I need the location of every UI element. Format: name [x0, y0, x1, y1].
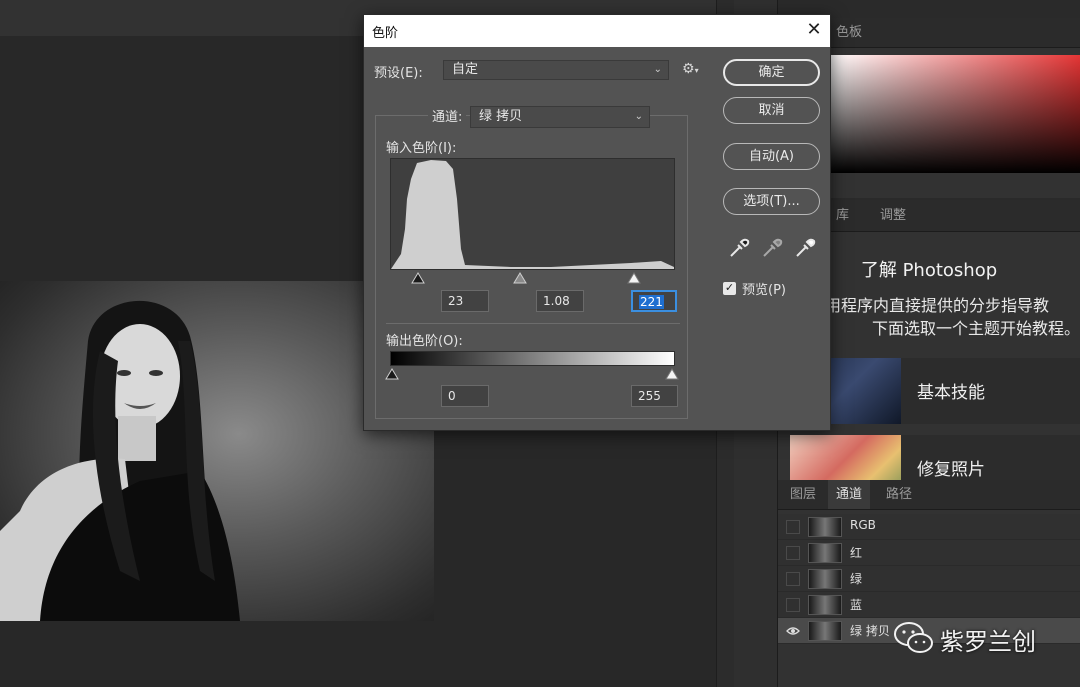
- tab-layers[interactable]: 图层: [782, 480, 824, 509]
- channel-name: 绿 拷贝: [850, 624, 890, 638]
- channels-tabbar: 图层 通道 路径: [778, 480, 1080, 510]
- channel-thumbnail: [808, 621, 842, 641]
- input-white-value: 221: [639, 295, 664, 309]
- channel-name: 红: [850, 546, 863, 560]
- output-sliders[interactable]: [384, 367, 681, 381]
- black-eyedropper-icon[interactable]: [728, 237, 750, 259]
- tab-swatches[interactable]: 色板: [828, 18, 870, 47]
- channel-name: 绿: [850, 572, 863, 586]
- divider: [386, 323, 680, 324]
- channel-label: 通道:: [428, 106, 467, 125]
- white-eyedropper-icon[interactable]: [794, 237, 816, 259]
- tab-libraries[interactable]: 库: [828, 200, 857, 231]
- preset-label: 预设(E):: [374, 66, 423, 81]
- levels-dialog: 色阶 ✕ 预设(E): 自定 ⌄ ⚙▾ 通道: 绿 拷贝 ⌄ 输入色阶(I): …: [363, 14, 831, 431]
- input-black-field[interactable]: 23: [441, 290, 489, 312]
- channel-thumbnail: [808, 595, 842, 615]
- learn-card-fix-photos[interactable]: 修复照片: [790, 435, 1080, 480]
- visibility-toggle[interactable]: [786, 598, 800, 612]
- channel-thumbnail: [808, 569, 842, 589]
- dialog-titlebar[interactable]: 色阶 ✕: [364, 15, 830, 47]
- channel-thumbnail: [808, 543, 842, 563]
- card-thumbnail: [790, 435, 901, 480]
- card-label: 基本技能: [917, 383, 985, 403]
- channel-select[interactable]: 绿 拷贝 ⌄: [470, 106, 650, 128]
- cancel-button[interactable]: 取消: [723, 97, 820, 124]
- output-levels-label: 输出色阶(O):: [386, 334, 463, 349]
- preview-label: 预览(P): [742, 283, 786, 298]
- tab-channels[interactable]: 通道: [828, 480, 871, 509]
- preset-select[interactable]: 自定 ⌄: [443, 60, 669, 80]
- preview-checkbox[interactable]: ✓: [723, 282, 736, 295]
- wechat-icon: [894, 622, 933, 653]
- input-levels-label: 输入色阶(I):: [386, 141, 457, 156]
- channel-thumbnail: [808, 517, 842, 537]
- close-icon[interactable]: ✕: [802, 18, 826, 42]
- tab-paths[interactable]: 路径: [878, 480, 920, 509]
- visibility-toggle[interactable]: [786, 572, 800, 586]
- histogram: [390, 158, 675, 270]
- histogram-graph: [391, 160, 674, 269]
- ok-button[interactable]: 确定: [723, 59, 820, 86]
- visibility-toggle[interactable]: [786, 546, 800, 560]
- channel-row-rgb[interactable]: RGB: [778, 514, 1080, 540]
- watermark-text: 紫罗兰创: [940, 628, 1036, 656]
- chevron-down-icon: ⌄: [634, 111, 643, 122]
- eye-icon[interactable]: [786, 624, 800, 638]
- gear-icon[interactable]: ⚙▾: [682, 61, 704, 79]
- input-sliders[interactable]: [390, 271, 675, 285]
- card-label: 修复照片: [917, 460, 985, 480]
- auto-button[interactable]: 自动(A): [723, 143, 820, 170]
- preset-value: 自定: [452, 62, 479, 77]
- channel-name: RGB: [850, 518, 876, 532]
- output-gradient: [390, 351, 675, 366]
- input-gamma-field[interactable]: 1.08: [536, 290, 584, 312]
- gray-eyedropper-icon[interactable]: [761, 237, 783, 259]
- channel-row-red[interactable]: 红: [778, 540, 1080, 566]
- options-button[interactable]: 选项(T)...: [723, 188, 820, 215]
- output-black-field[interactable]: 0: [441, 385, 489, 407]
- channel-name: 蓝: [850, 598, 863, 612]
- tab-adjustments[interactable]: 调整: [872, 200, 914, 231]
- channel-value: 绿 拷贝: [479, 109, 523, 124]
- input-white-field[interactable]: 221: [631, 290, 677, 312]
- channel-row-green[interactable]: 绿: [778, 566, 1080, 592]
- learn-card-basic-skills[interactable]: 基本技能: [790, 358, 1080, 424]
- color-picker-field[interactable]: [830, 55, 1080, 173]
- watermark: 紫罗兰创: [892, 618, 1072, 658]
- dialog-title: 色阶: [372, 26, 399, 41]
- output-white-field[interactable]: 255: [631, 385, 678, 407]
- chevron-down-icon: ⌄: [653, 64, 662, 75]
- visibility-toggle[interactable]: [786, 520, 800, 534]
- channel-row-blue[interactable]: 蓝: [778, 592, 1080, 618]
